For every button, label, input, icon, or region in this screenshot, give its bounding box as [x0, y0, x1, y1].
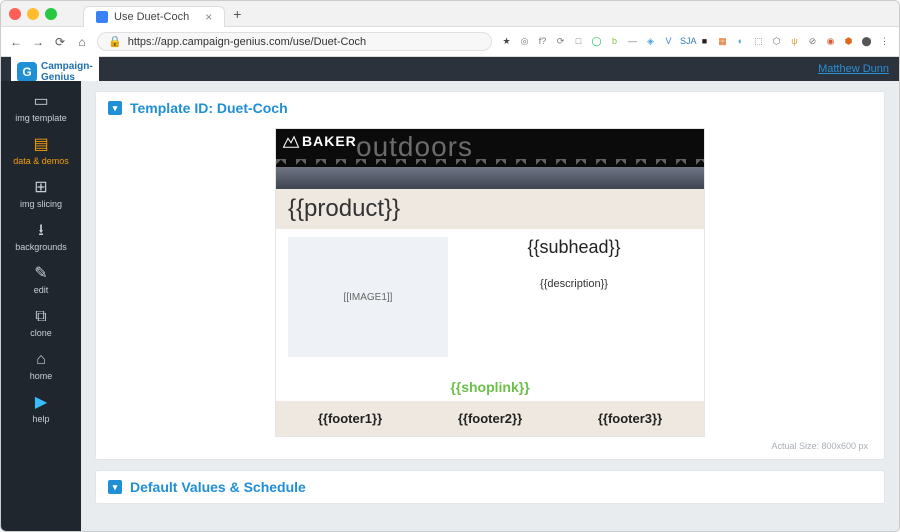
sidebar-label: home: [30, 371, 53, 381]
extension-icon[interactable]: ⬢: [842, 35, 855, 48]
sidebar-label: clone: [30, 328, 52, 338]
panel-defaults: ▾ Default Values & Schedule: [95, 470, 885, 504]
extension-icon[interactable]: ⟳: [554, 35, 567, 48]
sidebar-label: edit: [34, 285, 49, 295]
tab-strip: Use Duet-Coch × +: [83, 0, 891, 27]
hero-brand: BAKER: [282, 133, 357, 149]
extension-icon[interactable]: ◐: [734, 35, 747, 48]
extension-icon[interactable]: ⊘: [806, 35, 819, 48]
sidebar-label: img slicing: [20, 199, 62, 209]
extension-icon[interactable]: ⋮: [878, 35, 891, 48]
footer3-field: {{footer3}}: [598, 411, 662, 426]
extension-icon[interactable]: □: [572, 35, 585, 48]
extension-icon[interactable]: ★: [500, 35, 513, 48]
sidebar-icon: ⧉: [35, 309, 46, 325]
extension-icon[interactable]: b: [608, 35, 621, 48]
sidebar-item-backgrounds[interactable]: ⭳ backgrounds: [1, 216, 81, 259]
sidebar-item-clone[interactable]: ⧉ clone: [1, 302, 81, 345]
app-top-bar: G Campaign-Genius Matthew Dunn: [1, 57, 899, 81]
subhead-field: {{subhead}}: [527, 237, 620, 258]
back-icon[interactable]: ←: [9, 35, 23, 49]
description-field: {{description}}: [540, 278, 608, 290]
sidebar-label: data & demos: [13, 156, 69, 166]
shoplink-field: {{shoplink}}: [276, 361, 704, 401]
sidebar-item-img-template[interactable]: ▭ img template: [1, 87, 81, 130]
product-field: {{product}}: [276, 189, 704, 229]
forward-icon[interactable]: →: [31, 35, 45, 49]
extension-icon[interactable]: —: [626, 35, 639, 48]
home-icon[interactable]: ⌂: [75, 35, 89, 49]
sidebar-icon: ✎: [34, 266, 47, 282]
window-titlebar: Use Duet-Coch × +: [1, 1, 899, 27]
sidebar-icon: ▤: [33, 137, 48, 153]
footer-row: {{footer1}} {{footer2}} {{footer3}}: [276, 401, 704, 436]
extension-icon[interactable]: ⬡: [770, 35, 783, 48]
content-area[interactable]: ▾ Template ID: Duet-Coch BAKER outdoors: [81, 81, 899, 531]
reload-icon[interactable]: ⟳: [53, 35, 67, 49]
sidebar-icon: ⌂: [36, 352, 46, 368]
image-placeholder: [[IMAGE1]]: [288, 237, 448, 357]
logo-mark-icon: G: [17, 62, 37, 82]
url-field[interactable]: 🔒 https://app.campaign-genius.com/use/Du…: [97, 32, 492, 51]
browser-tab[interactable]: Use Duet-Coch ×: [83, 6, 225, 27]
sidebar-icon: ▶: [35, 395, 47, 411]
sidebar: ▭ img template ▤ data & demos ⊞ img slicing ⭳ b…: [1, 81, 81, 531]
tab-title: Use Duet-Coch: [114, 11, 189, 23]
collapse-toggle-icon[interactable]: ▾: [108, 480, 122, 494]
extension-icon[interactable]: ▦: [716, 35, 729, 48]
sidebar-label: help: [32, 414, 49, 424]
lock-icon: 🔒: [108, 35, 122, 48]
close-window-dot[interactable]: [9, 8, 21, 20]
panel-title: Template ID: Duet-Coch: [130, 100, 288, 116]
extension-icon[interactable]: ψ: [788, 35, 801, 48]
extension-icon[interactable]: ⬤: [860, 35, 873, 48]
sidebar-item-home[interactable]: ⌂ home: [1, 345, 81, 388]
panel-header-template[interactable]: ▾ Template ID: Duet-Coch: [96, 92, 884, 124]
panel-title: Default Values & Schedule: [130, 479, 306, 495]
extension-icon[interactable]: ⬚: [752, 35, 765, 48]
extension-icon[interactable]: SJA: [680, 35, 693, 48]
extension-icon[interactable]: ◉: [824, 35, 837, 48]
address-bar: ← → ⟳ ⌂ 🔒 https://app.campaign-genius.co…: [1, 27, 899, 57]
extension-icon[interactable]: f?: [536, 35, 549, 48]
hero-mountain-bg: [276, 167, 704, 189]
url-text: https://app.campaign-genius.com/use/Duet…: [128, 36, 366, 48]
user-link[interactable]: Matthew Dunn: [818, 63, 889, 75]
footer2-field: {{footer2}}: [458, 411, 522, 426]
sidebar-label: backgrounds: [15, 242, 67, 252]
close-tab-icon[interactable]: ×: [205, 10, 212, 24]
hero-banner: BAKER outdoors: [276, 129, 704, 189]
new-tab-button[interactable]: +: [233, 6, 241, 22]
panel-header-defaults[interactable]: ▾ Default Values & Schedule: [96, 471, 884, 503]
extension-icon[interactable]: ◎: [518, 35, 531, 48]
collapse-toggle-icon[interactable]: ▾: [108, 101, 122, 115]
extension-icons: ★ ◎ f? ⟳ □ ◯ b — ◈ V SJA ■ ▦ ◐ ⬚ ⬡ ψ ⊘ ◉ ⬢ ⬤ ⋮: [500, 35, 891, 48]
minimize-window-dot[interactable]: [27, 8, 39, 20]
panel-template: ▾ Template ID: Duet-Coch BAKER outdoors: [95, 91, 885, 460]
sidebar-label: img template: [15, 113, 67, 123]
template-preview: BAKER outdoors {{product}} [[IMAGE1]] {{…: [275, 128, 705, 437]
sidebar-item-img-slicing[interactable]: ⊞ img slicing: [1, 173, 81, 216]
sidebar-item-data-&-demos[interactable]: ▤ data & demos: [1, 130, 81, 173]
sidebar-icon: ⊞: [34, 180, 47, 196]
mountain-icon: [282, 135, 300, 149]
actual-size-label: Actual Size: 800x600 px: [108, 437, 872, 451]
extension-icon[interactable]: ◈: [644, 35, 657, 48]
extension-icon[interactable]: ■: [698, 35, 711, 48]
maximize-window-dot[interactable]: [45, 8, 57, 20]
sidebar-item-edit[interactable]: ✎ edit: [1, 259, 81, 302]
logo-text: Campaign-Genius: [41, 61, 93, 83]
sidebar-item-help[interactable]: ▶ help: [1, 388, 81, 431]
sidebar-icon: ⭳: [38, 223, 44, 239]
extension-icon[interactable]: ◯: [590, 35, 603, 48]
favicon-icon: [96, 11, 108, 23]
sidebar-icon: ▭: [33, 94, 48, 110]
footer1-field: {{footer1}}: [318, 411, 382, 426]
extension-icon[interactable]: V: [662, 35, 675, 48]
